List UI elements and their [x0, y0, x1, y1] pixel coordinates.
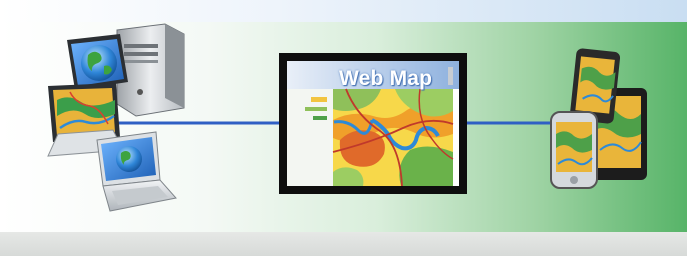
- diagram-svg: [47, 23, 647, 212]
- network-diagram: Web Map: [0, 0, 687, 256]
- map-icon: [332, 88, 454, 187]
- web-map-sidebar: [287, 89, 333, 186]
- desktop-computer-icon: [116, 23, 185, 117]
- laptop-icon: [96, 131, 177, 212]
- web-map-title: Web Map: [339, 67, 433, 90]
- smartphone-icon: [550, 111, 598, 189]
- globe-icon: [81, 45, 117, 81]
- web-map-scrollbar: [448, 67, 453, 85]
